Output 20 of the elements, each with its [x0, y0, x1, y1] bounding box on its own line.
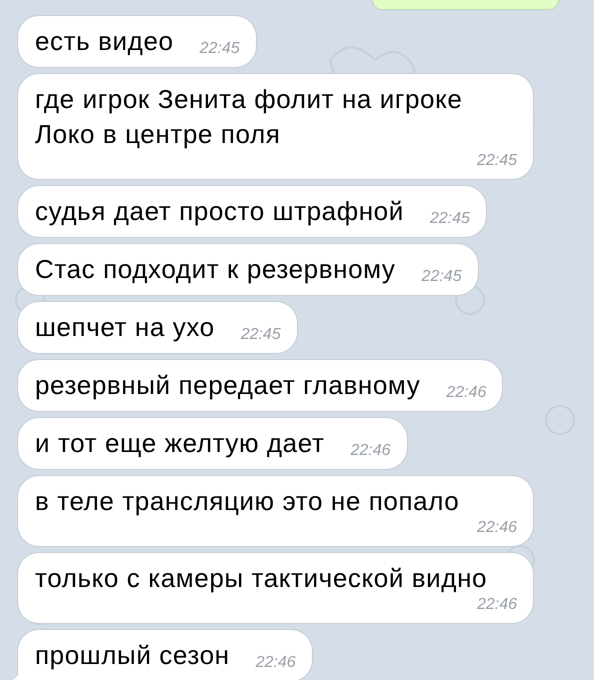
message-text: в теле трансляцию это не попало: [35, 485, 460, 518]
message-time: 22:46: [476, 596, 517, 615]
message-text: прошлый сезон: [35, 639, 230, 672]
message-time: 22:46: [254, 654, 296, 673]
message-text: и тот еще желтую дает: [35, 427, 324, 460]
message-time: 22:45: [476, 152, 517, 171]
message-time: 22:45: [198, 40, 240, 59]
message-text: резервный передает главному: [35, 369, 420, 402]
message-time: 22:45: [420, 268, 462, 287]
message-time: 22:46: [476, 519, 517, 538]
message-text: шепчет на ухо: [35, 311, 215, 344]
message-text: только с камеры тактической видно: [35, 562, 488, 595]
message-text: есть видео: [35, 25, 174, 58]
message-text: где игрок Зенита фолит на игроке Локо в центре поля: [35, 83, 464, 151]
message-time: 22:46: [349, 442, 390, 461]
message-text: судья дает просто штрафной: [35, 195, 404, 228]
message-time: 22:46: [445, 384, 486, 403]
message-time: 22:45: [240, 326, 281, 345]
message-time: 22:45: [428, 210, 470, 229]
message-text: Стас подходит к резервному: [35, 253, 396, 286]
